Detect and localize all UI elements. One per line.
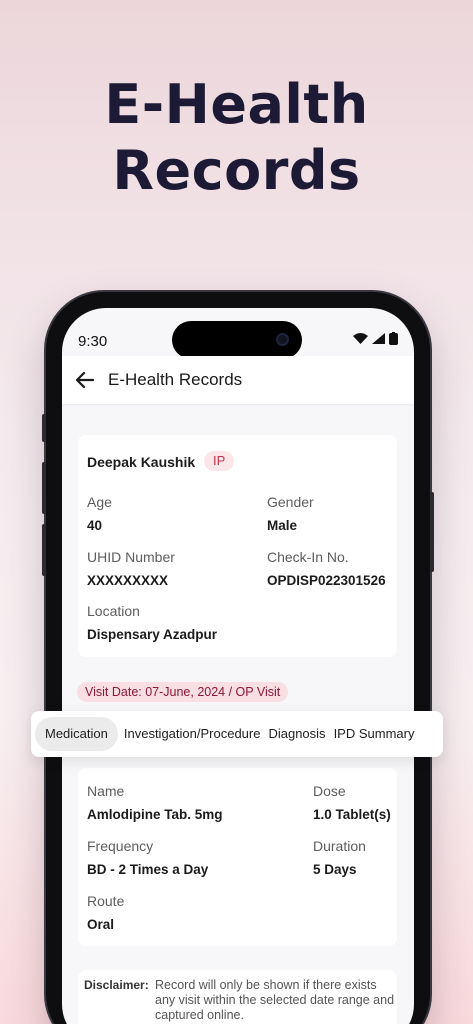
disclaimer-label: Disclaimer: bbox=[84, 978, 149, 992]
phone-side-button bbox=[42, 414, 46, 442]
status-icons bbox=[353, 332, 398, 345]
tab-investigation-procedure[interactable]: Investigation/Procedure bbox=[120, 717, 265, 751]
battery-icon bbox=[389, 332, 398, 345]
status-time: 9:30 bbox=[78, 333, 108, 350]
frequency-label: Frequency bbox=[87, 838, 154, 854]
age-value: 40 bbox=[87, 518, 103, 533]
location-value: Dispensary Azadpur bbox=[87, 627, 218, 642]
frequency-value: BD - 2 Times a Day bbox=[87, 862, 209, 877]
wifi-icon bbox=[353, 333, 368, 344]
age-label: Age bbox=[87, 494, 112, 510]
tab-medication[interactable]: Medication bbox=[35, 717, 118, 751]
gender-value: Male bbox=[267, 518, 298, 533]
patient-info-card: Deepak Kaushik IP Age 40 Gender Male UHI… bbox=[78, 435, 397, 657]
phone-side-button bbox=[42, 524, 46, 576]
camera-icon bbox=[276, 333, 289, 346]
page-title: E-Health Records bbox=[108, 370, 243, 389]
med-name-label: Name bbox=[87, 783, 125, 799]
phone-frame: 9:30 E-Health Records Deepak Kaushik IP … bbox=[42, 292, 434, 1024]
app-bar: E-Health Records bbox=[62, 356, 414, 404]
patient-type-badge: IP bbox=[204, 451, 235, 471]
duration-value: 5 Days bbox=[313, 862, 357, 877]
phone-side-button bbox=[42, 462, 46, 514]
route-value: Oral bbox=[87, 917, 115, 932]
signal-icon bbox=[372, 333, 385, 344]
tab-ipd-summary[interactable]: IPD Summary bbox=[330, 717, 419, 751]
phone-power-button bbox=[430, 492, 434, 572]
hero-title-line1: E-Health bbox=[104, 73, 369, 136]
dynamic-island bbox=[172, 321, 302, 359]
checkin-label: Check-In No. bbox=[267, 549, 349, 565]
location-label: Location bbox=[87, 603, 140, 619]
disclaimer-card: Disclaimer: Record will only be shown if… bbox=[78, 970, 397, 1024]
med-name-value: Amlodipine Tab. 5mg bbox=[87, 807, 223, 822]
back-arrow-icon[interactable] bbox=[74, 369, 96, 391]
phone-screen: 9:30 E-Health Records Deepak Kaushik IP … bbox=[62, 308, 414, 1024]
uhid-label: UHID Number bbox=[87, 549, 175, 565]
patient-name: Deepak Kaushik bbox=[87, 454, 196, 470]
dose-label: Dose bbox=[313, 783, 346, 799]
record-tabs: Medication Investigation/Procedure Diagn… bbox=[31, 711, 443, 757]
medication-card: Name Amlodipine Tab. 5mg Dose 1.0 Tablet… bbox=[78, 768, 397, 946]
route-label: Route bbox=[87, 893, 125, 909]
checkin-value: OPDISP022301526 bbox=[267, 573, 386, 588]
visit-date-badge: Visit Date: 07-June, 2024 / OP Visit bbox=[77, 682, 289, 702]
hero-title: E-Health Records bbox=[0, 72, 473, 204]
uhid-value: XXXXXXXXX bbox=[87, 573, 169, 588]
duration-label: Duration bbox=[313, 838, 366, 854]
gender-label: Gender bbox=[267, 494, 314, 510]
disclaimer-text: Record will only be shown if there exist… bbox=[155, 978, 395, 1022]
dose-value: 1.0 Tablet(s) bbox=[313, 807, 391, 822]
tab-diagnosis[interactable]: Diagnosis bbox=[264, 717, 329, 751]
hero-title-line2: Records bbox=[112, 139, 361, 202]
